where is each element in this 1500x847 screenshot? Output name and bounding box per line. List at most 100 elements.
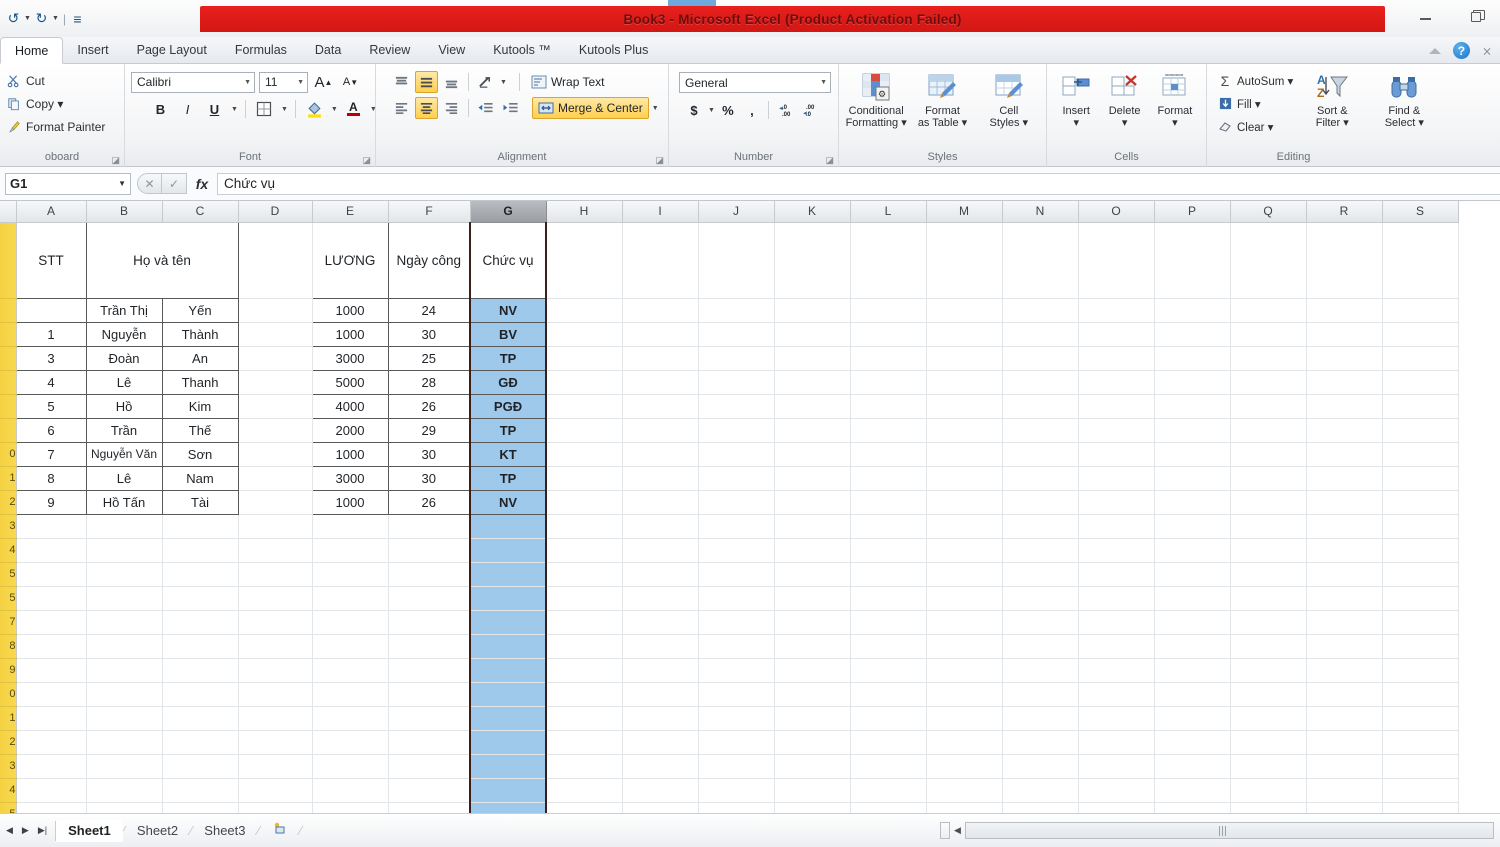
next-sheet-icon[interactable]: ▶ xyxy=(22,825,29,836)
column-header-F[interactable]: F xyxy=(388,201,471,223)
font-color-button[interactable]: A xyxy=(342,98,365,120)
cell-chucvu-empty[interactable] xyxy=(469,586,547,611)
cell-stt[interactable]: 4 xyxy=(15,369,87,395)
cell-ten[interactable]: An xyxy=(161,345,239,371)
format-as-table-button[interactable]: Format as Table ▾ xyxy=(911,70,973,129)
row-header[interactable] xyxy=(0,346,17,371)
column-header-P[interactable]: P xyxy=(1154,201,1231,223)
cell-d[interactable] xyxy=(238,394,313,419)
cell-ho[interactable]: Lê xyxy=(85,465,163,491)
column-header-B[interactable]: B xyxy=(86,201,163,223)
sheet-tab-sheet3[interactable]: Sheet3 xyxy=(192,820,257,842)
cell-chucvu[interactable]: GĐ xyxy=(469,369,547,395)
merge-center-dropdown-icon[interactable]: ▼ xyxy=(652,105,659,112)
cell-chucvu-empty[interactable] xyxy=(469,514,547,539)
italic-button[interactable]: I xyxy=(176,98,199,120)
row-header[interactable]: 9 xyxy=(0,658,17,683)
cell-ten[interactable]: Sơn xyxy=(161,441,239,467)
column-header-G[interactable]: G xyxy=(470,201,547,223)
row-header[interactable] xyxy=(0,322,17,347)
column-header-K[interactable]: K xyxy=(774,201,851,223)
increase-indent-button[interactable] xyxy=(499,97,522,119)
cell-d[interactable] xyxy=(238,346,313,371)
cell-F1-ngaycong[interactable]: Ngày công xyxy=(387,221,471,299)
cell-chucvu-empty[interactable] xyxy=(469,802,547,813)
cell-luong[interactable]: 1000 xyxy=(311,297,389,323)
cell-chucvu[interactable]: TP xyxy=(469,417,547,443)
tab-review[interactable]: Review xyxy=(355,37,424,63)
row-header[interactable]: 1 xyxy=(0,706,17,731)
cell-chucvu[interactable]: NV xyxy=(469,489,547,515)
column-header-L[interactable]: L xyxy=(850,201,927,223)
cell-S1[interactable] xyxy=(1382,222,1459,299)
last-sheet-icon[interactable]: ▶| xyxy=(38,825,47,836)
autosum-button[interactable]: Σ AutoSum ▾ xyxy=(1217,70,1294,91)
cell-ten[interactable]: Nam xyxy=(161,465,239,491)
wrap-text-button[interactable]: Wrap Text xyxy=(525,71,611,93)
minimize-ribbon-icon[interactable] xyxy=(1428,47,1441,54)
minimize-button[interactable] xyxy=(1412,4,1438,26)
grow-font-button[interactable]: A ▲ xyxy=(312,71,335,93)
redo-dropdown-icon[interactable]: ▼ xyxy=(52,15,59,22)
row-header[interactable]: 0 xyxy=(0,442,17,467)
cell-I1[interactable] xyxy=(622,222,699,299)
cell-ngaycong[interactable]: 30 xyxy=(387,321,471,347)
cell-chucvu[interactable]: BV xyxy=(469,321,547,347)
cell-chucvu-empty[interactable] xyxy=(469,778,547,803)
cell-N1[interactable] xyxy=(1002,222,1079,299)
cell-G1-chucvu[interactable]: Chức vụ xyxy=(469,221,547,299)
copy-button[interactable]: Copy ▾ xyxy=(6,94,105,114)
cell-H1[interactable] xyxy=(546,222,623,299)
row-header[interactable]: 4 xyxy=(0,538,17,563)
sheet-tab-sheet1[interactable]: Sheet1 xyxy=(56,819,123,842)
cell-A1-stt[interactable]: STT xyxy=(15,221,87,299)
clipboard-dialog-launcher-icon[interactable]: ◪ xyxy=(111,155,120,166)
cell-stt[interactable]: 9 xyxy=(15,489,87,515)
cell-luong[interactable]: 2000 xyxy=(311,417,389,443)
formula-input[interactable]: Chức vụ xyxy=(217,172,1500,195)
cell-d[interactable] xyxy=(238,298,313,323)
column-header-M[interactable]: M xyxy=(926,201,1003,223)
cell-P1[interactable] xyxy=(1154,222,1231,299)
column-header-A[interactable]: A xyxy=(16,201,87,223)
tab-formulas[interactable]: Formulas xyxy=(221,37,301,63)
column-header-O[interactable]: O xyxy=(1078,201,1155,223)
cell-ten[interactable]: Kim xyxy=(161,393,239,419)
tab-kutools[interactable]: Kutools ™ xyxy=(479,37,565,63)
name-box[interactable]: G1 ▼ xyxy=(5,172,131,195)
insert-cells-button[interactable]: Insert ▾ xyxy=(1053,70,1099,129)
cancel-formula-button[interactable]: ✕ xyxy=(137,173,162,194)
cell-chucvu[interactable]: TP xyxy=(469,465,547,491)
row-header[interactable]: 3 xyxy=(0,514,17,539)
cell-ngaycong[interactable]: 26 xyxy=(387,489,471,515)
cell-ten[interactable]: Yến xyxy=(161,297,239,323)
merge-center-button[interactable]: Merge & Center xyxy=(532,97,649,119)
redo-icon[interactable]: ↻ xyxy=(34,10,49,28)
scrollbar-grip[interactable] xyxy=(1218,826,1226,836)
cell-chucvu-empty[interactable] xyxy=(469,538,547,563)
font-dialog-launcher-icon[interactable]: ◪ xyxy=(362,155,371,166)
cell-B1-name-merged[interactable]: Họ và tên xyxy=(85,221,239,299)
column-header-Q[interactable]: Q xyxy=(1230,201,1307,223)
horizontal-scrollbar[interactable] xyxy=(964,822,1494,839)
column-header-I[interactable]: I xyxy=(622,201,699,223)
cell-ho[interactable]: Lê xyxy=(85,369,163,395)
cell-styles-button[interactable]: Cell Styles ▾ xyxy=(978,70,1040,129)
align-right-button[interactable] xyxy=(440,97,463,119)
cell-d[interactable] xyxy=(238,442,313,467)
cell-ngaycong[interactable]: 30 xyxy=(387,441,471,467)
cell-stt[interactable]: 1 xyxy=(15,321,87,347)
cell-d[interactable] xyxy=(238,490,313,515)
fill-color-button[interactable] xyxy=(303,98,326,120)
format-cells-button[interactable]: Format ▾ xyxy=(1150,70,1200,129)
new-sheet-button[interactable] xyxy=(260,820,300,842)
column-header-D[interactable]: D xyxy=(238,201,313,223)
cell-chucvu-empty[interactable] xyxy=(469,754,547,779)
tab-page-layout[interactable]: Page Layout xyxy=(123,37,221,63)
cell-luong[interactable]: 3000 xyxy=(311,345,389,371)
first-sheet-icon[interactable]: ◀ xyxy=(6,825,13,836)
delete-cells-button[interactable]: Delete ▾ xyxy=(1101,70,1147,129)
close-icon[interactable]: ⨯ xyxy=(1482,44,1492,58)
undo-icon[interactable]: ↺ xyxy=(6,10,21,28)
cell-ho[interactable]: Trần xyxy=(85,417,163,443)
